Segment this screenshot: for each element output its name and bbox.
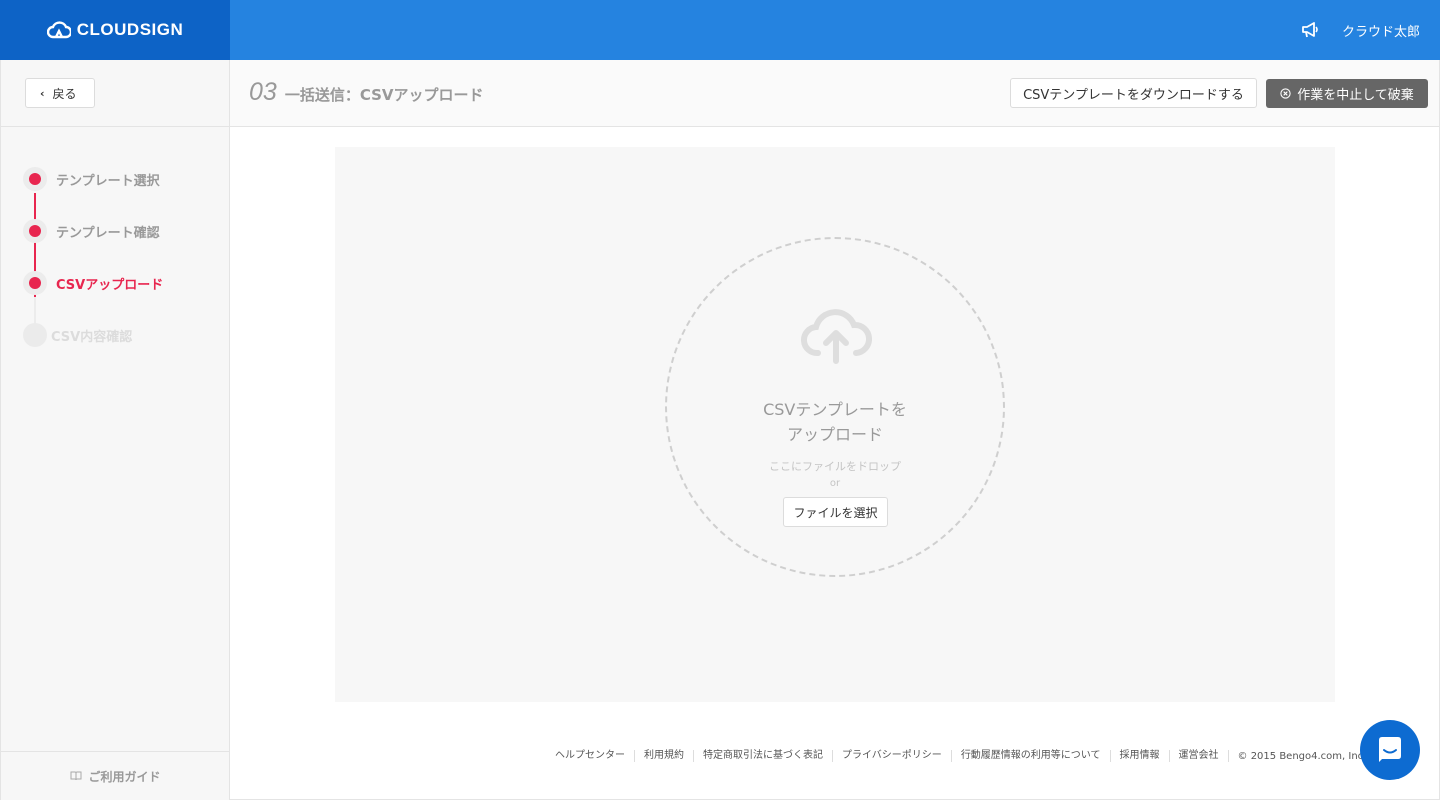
step-marker: [23, 323, 47, 347]
footer: ヘルプセンター 利用規約 特定商取引法に基づく表記 プライバシーポリシー 行動履…: [546, 750, 1366, 762]
user-guide-link[interactable]: ご利用ガイド: [1, 751, 230, 800]
drop-title: CSVテンプレートを アップロード: [667, 397, 1003, 447]
footer-link-behavior[interactable]: 行動履歴情報の利用等について: [952, 750, 1111, 762]
footer-link-careers[interactable]: 採用情報: [1111, 750, 1170, 762]
step-template-confirm: テンプレート確認: [1, 205, 229, 257]
drop-title-line2: アップロード: [786, 425, 883, 444]
step-list: テンプレート選択 テンプレート確認 CSVアップロード CSV内容確認: [1, 127, 229, 361]
step-label: CSVアップロード: [56, 277, 164, 293]
logo[interactable]: CLOUDSIGN: [0, 0, 230, 60]
page-title: 03 一括送信：CSVアップロード: [249, 78, 484, 107]
abort-label: 作業を中止して破棄: [1297, 88, 1414, 103]
step-marker: [23, 167, 47, 191]
close-circle-icon: [1280, 88, 1291, 99]
back-button[interactable]: ‹ 戻る: [25, 78, 95, 108]
title-text: 一括送信：CSVアップロード: [284, 86, 484, 104]
drop-or: or: [829, 478, 841, 489]
chat-button[interactable]: [1360, 720, 1420, 780]
step-number: 03: [249, 78, 277, 106]
cloud-logo-icon: [46, 21, 71, 39]
drop-title-line1: CSVテンプレートを: [763, 400, 907, 419]
step-template-select: テンプレート選択: [1, 153, 229, 205]
top-right: クラウド太郎: [1300, 0, 1420, 60]
footer-link-privacy[interactable]: プライバシーポリシー: [833, 750, 952, 762]
select-file-button[interactable]: ファイルを選択: [783, 497, 888, 527]
footer-link-company[interactable]: 運営会社: [1170, 750, 1229, 762]
footer-link-commerce[interactable]: 特定商取引法に基づく表記: [694, 750, 833, 762]
step-label: テンプレート確認: [56, 225, 160, 241]
sidebar: ‹ 戻る テンプレート選択 テンプレート確認 CSVアップロード CSV内容確認…: [0, 60, 230, 800]
guide-label: ご利用ガイド: [88, 769, 161, 784]
back-label: 戻る: [52, 86, 77, 101]
download-template-button[interactable]: CSVテンプレートをダウンロードする: [1010, 78, 1257, 108]
user-name[interactable]: クラウド太郎: [1342, 21, 1420, 40]
chevron-left-icon: ‹: [40, 86, 45, 100]
logo-text: CLOUDSIGN: [76, 20, 184, 39]
megaphone-icon[interactable]: [1300, 21, 1320, 39]
upload-panel: CSVテンプレートを アップロード ここにファイルをドロップ or ファイルを選…: [335, 147, 1335, 702]
cloud-upload-icon: [801, 309, 872, 364]
footer-link-terms[interactable]: 利用規約: [635, 750, 694, 762]
drop-zone[interactable]: CSVテンプレートを アップロード ここにファイルをドロップ or ファイルを選…: [665, 237, 1005, 577]
step-label: CSV内容確認: [51, 329, 133, 345]
step-label: テンプレート選択: [56, 173, 160, 189]
book-icon: [70, 771, 82, 781]
top-bar: CLOUDSIGN クラウド太郎: [0, 0, 1440, 60]
copyright: © 2015 Bengo4.com, Inc.: [1237, 750, 1367, 762]
footer-link-help[interactable]: ヘルプセンター: [546, 750, 635, 762]
step-csv-review: CSV内容確認: [1, 309, 229, 361]
sidebar-head: ‹ 戻る: [1, 60, 229, 127]
step-csv-upload: CSVアップロード: [1, 257, 229, 309]
drop-hint: ここにファイルをドロップ: [769, 460, 901, 473]
main-content: CSVテンプレートを アップロード ここにファイルをドロップ or ファイルを選…: [230, 127, 1440, 800]
step-marker: [23, 219, 47, 243]
page-header: 03 一括送信：CSVアップロード CSVテンプレートをダウンロードする 作業を…: [230, 60, 1440, 127]
chat-icon: [1379, 737, 1401, 762]
step-marker: [23, 271, 47, 295]
abort-button[interactable]: 作業を中止して破棄: [1266, 79, 1428, 108]
